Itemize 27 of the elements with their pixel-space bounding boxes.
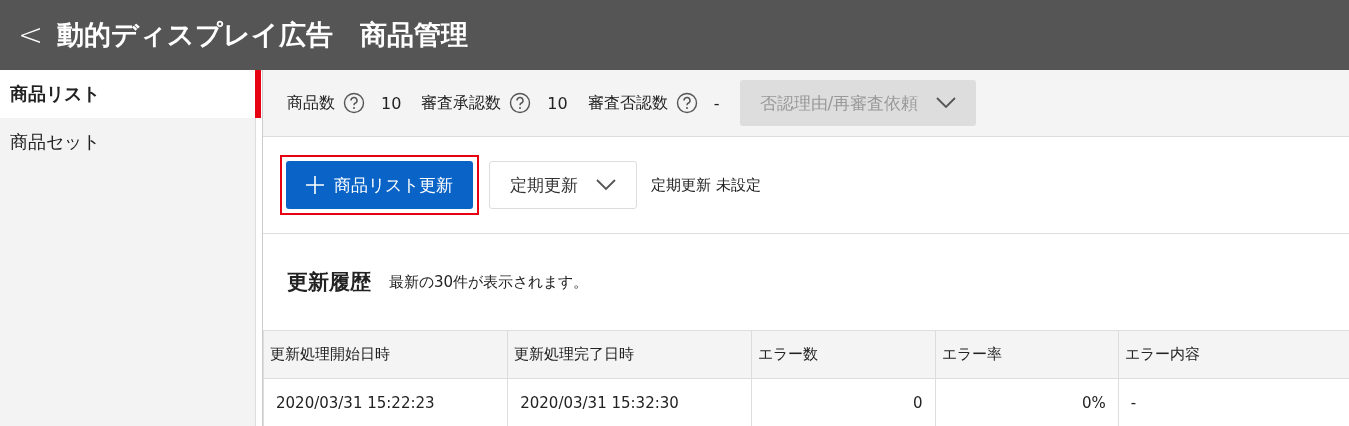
column-header: 更新処理開始日時: [263, 330, 508, 379]
help-icon[interactable]: [675, 92, 698, 114]
column-header: エラー内容: [1118, 330, 1349, 379]
back-button[interactable]: <: [18, 20, 44, 50]
table-cell: 2020/03/31 15:22:23: [263, 378, 508, 426]
help-icon[interactable]: [343, 92, 365, 114]
stat-label: 審査否認数: [587, 92, 668, 114]
chevron-down-icon: [596, 179, 616, 191]
stat-value: -: [713, 93, 720, 113]
stat-label: 審査承認数: [421, 92, 502, 114]
column-header: エラー数: [751, 330, 936, 379]
schedule-dropdown[interactable]: 定期更新: [489, 161, 637, 209]
stat-value: 10: [381, 93, 402, 113]
section-title: 更新履歴: [287, 269, 371, 296]
help-icon[interactable]: [509, 92, 532, 114]
column-header: 更新処理完了日時: [507, 330, 752, 379]
update-list-button[interactable]: 商品リスト更新: [286, 161, 473, 209]
sidebar-item[interactable]: 商品リスト: [0, 70, 261, 118]
stat-label: 商品数: [287, 92, 335, 114]
section-note: 最新の30件が表示されます。: [389, 272, 589, 292]
stat-value: 10: [547, 93, 568, 113]
plus-icon: [306, 176, 324, 194]
schedule-status: 定期更新 未設定: [651, 175, 761, 195]
sidebar-item[interactable]: 商品セット: [0, 118, 255, 166]
chevron-down-icon: [936, 97, 957, 109]
page-title: 動的ディスプレイ広告 商品管理: [57, 18, 469, 52]
column-header: エラー率: [935, 330, 1119, 379]
